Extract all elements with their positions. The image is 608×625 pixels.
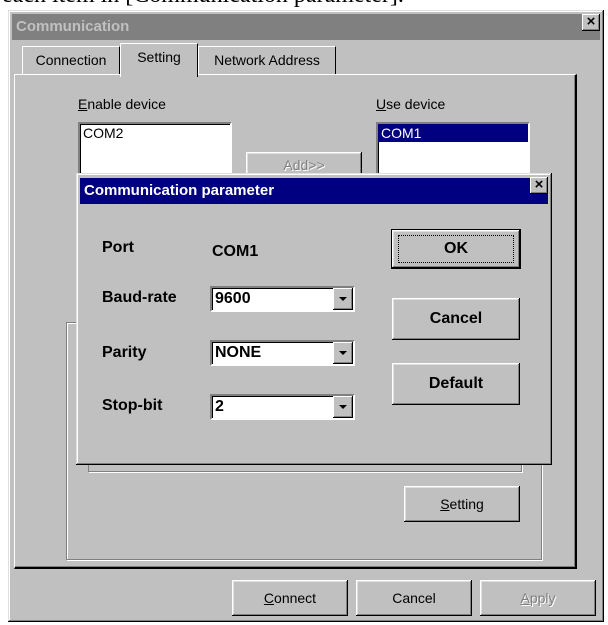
- communication-parameter-dialog: Communication parameter × Port COM1 Baud…: [76, 173, 552, 465]
- ok-button-label: OK: [444, 240, 468, 257]
- window-close-button[interactable]: ×: [582, 14, 600, 31]
- stop-bit-value: 2: [215, 398, 224, 415]
- dialog-cancel-button[interactable]: Cancel: [392, 298, 520, 340]
- tab-setting[interactable]: Setting: [120, 43, 198, 77]
- enable-device-label: Enable device: [78, 96, 166, 112]
- close-icon: ×: [586, 13, 596, 30]
- list-item[interactable]: COM1: [378, 124, 528, 142]
- chevron-down-icon[interactable]: [333, 396, 353, 418]
- stop-bit-label: Stop-bit: [102, 397, 163, 414]
- port-value: COM1: [212, 243, 259, 260]
- document-caption: each item in [Communication parameter].: [0, 0, 608, 10]
- apply-button[interactable]: Apply: [480, 580, 596, 616]
- use-device-label: Use device: [376, 96, 446, 112]
- parity-value: NONE: [215, 344, 262, 361]
- tab-connection[interactable]: Connection: [22, 46, 120, 75]
- chevron-down-icon[interactable]: [333, 288, 353, 310]
- tab-network-address[interactable]: Network Address: [198, 46, 336, 75]
- dialog-title: Communication parameter: [80, 178, 548, 204]
- chevron-down-icon[interactable]: [333, 342, 353, 364]
- setting-button[interactable]: Setting: [404, 486, 520, 522]
- connect-button[interactable]: Connect: [232, 580, 348, 616]
- stop-bit-select[interactable]: 2: [210, 394, 355, 420]
- list-item[interactable]: COM2: [80, 124, 230, 142]
- port-label: Port: [102, 239, 134, 256]
- parity-label: Parity: [102, 344, 147, 361]
- ok-button[interactable]: OK: [391, 229, 521, 269]
- cancel-button[interactable]: Cancel: [356, 580, 472, 616]
- close-icon: ×: [534, 176, 544, 193]
- window-title: Communication: [12, 14, 600, 40]
- dialog-close-button[interactable]: ×: [530, 177, 548, 194]
- baud-rate-select[interactable]: 9600: [210, 286, 355, 312]
- baud-rate-label: Baud-rate: [102, 289, 177, 306]
- default-button[interactable]: Default: [392, 363, 520, 405]
- baud-rate-value: 9600: [215, 290, 251, 307]
- parity-select[interactable]: NONE: [210, 340, 355, 366]
